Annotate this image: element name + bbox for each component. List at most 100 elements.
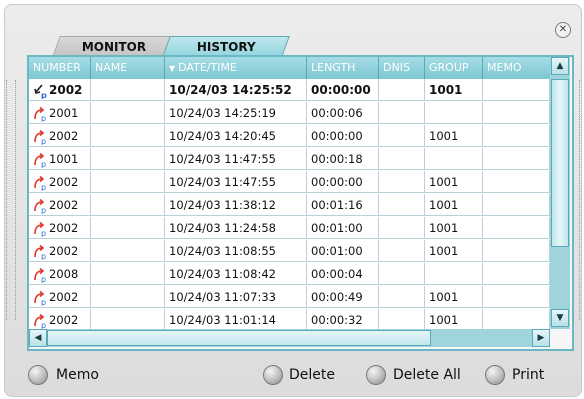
scroll-down-arrow-icon[interactable]: ▼ [551,309,569,327]
cell-datetime: 10/24/03 11:38:12 [165,194,307,216]
table-row[interactable]: p 2002 10/24/03 11:38:12 00:01:16 1001 [29,194,550,216]
delete-all-label[interactable]: Delete All [393,364,461,386]
vertical-scroll-thumb[interactable] [551,79,569,247]
cell-group: 1001 [425,217,483,239]
outgoing-call-icon: p [33,267,47,284]
cell-dnis [379,171,425,193]
cell-dnis [379,263,425,285]
svg-text:p: p [41,183,46,191]
cell-number: p 2002 [29,171,91,193]
cell-memo [483,102,550,124]
cell-name [91,148,165,170]
col-length[interactable]: LENGTH [307,57,379,79]
delete-label[interactable]: Delete [289,364,335,386]
cell-datetime: 10/24/03 11:08:42 [165,263,307,285]
outgoing-call-icon: p [33,175,47,192]
cell-dnis [379,102,425,124]
svg-text:p: p [41,114,46,122]
svg-text:p: p [41,229,46,237]
table-row[interactable]: p 2002 10/24/03 11:08:55 00:01:00 1001 [29,240,550,262]
cell-group: 1001 [425,286,483,308]
cell-group: 1001 [425,194,483,216]
svg-text:p: p [41,321,46,329]
cell-name [91,79,165,101]
cell-group: 1001 [425,79,483,101]
cell-datetime: 10/24/03 11:01:14 [165,309,307,329]
cell-memo [483,148,550,170]
outgoing-call-icon: p [33,152,47,169]
scroll-right-arrow-icon[interactable]: ▶ [532,329,550,347]
cell-datetime: 10/24/03 11:07:33 [165,286,307,308]
cell-memo [483,240,550,262]
cell-name [91,217,165,239]
cell-name [91,125,165,147]
table-row[interactable]: p 2001 10/24/03 14:25:19 00:00:06 [29,102,550,124]
cell-memo [483,194,550,216]
history-grid: NUMBER NAME ▼ DATE/TIME LENGTH DNIS GROUP… [29,57,550,329]
cell-number: p 2002 [29,240,91,262]
col-name[interactable]: NAME [91,57,165,79]
outgoing-call-icon: p [33,198,47,215]
cell-name [91,240,165,262]
cell-datetime: 10/24/03 11:47:55 [165,171,307,193]
col-number[interactable]: NUMBER [29,57,91,79]
tab-history[interactable]: HISTORY [162,36,290,57]
table-row[interactable]: p 2008 10/24/03 11:08:42 00:00:04 [29,263,550,285]
table-row[interactable]: p 2002 10/24/03 11:07:33 00:00:49 1001 [29,286,550,308]
scroll-left-arrow-icon[interactable]: ◀ [29,329,47,347]
outgoing-call-icon: p [33,290,47,307]
col-dnis[interactable]: DNIS [379,57,425,79]
print-label[interactable]: Print [512,364,544,386]
sort-desc-icon: ▼ [169,64,176,73]
col-group[interactable]: GROUP [425,57,483,79]
svg-text:p: p [41,137,46,145]
cell-number: p 2001 [29,102,91,124]
cell-dnis [379,286,425,308]
outgoing-call-icon: p [33,221,47,238]
cell-dnis [379,309,425,329]
print-button[interactable] [485,365,505,385]
table-row[interactable]: p 2002 10/24/03 14:25:52 00:00:00 1001 [29,79,550,101]
table-row[interactable]: p 2002 10/24/03 11:47:55 00:00:00 1001 [29,171,550,193]
cell-name [91,194,165,216]
cell-memo [483,263,550,285]
cell-name [91,286,165,308]
cell-dnis [379,194,425,216]
cell-datetime: 10/24/03 11:24:58 [165,217,307,239]
history-table: NUMBER NAME ▼ DATE/TIME LENGTH DNIS GROUP… [27,55,574,351]
cell-number: p 2002 [29,125,91,147]
cell-memo [483,125,550,147]
table-header: NUMBER NAME ▼ DATE/TIME LENGTH DNIS GROUP… [29,57,550,79]
cell-datetime: 10/24/03 14:25:52 [165,79,307,101]
table-row[interactable]: p 2002 10/24/03 11:01:14 00:00:32 1001 [29,309,550,329]
cell-name [91,309,165,329]
delete-all-button[interactable] [366,365,386,385]
vertical-scrollbar[interactable]: ▲ ▼ [550,57,570,329]
col-datetime[interactable]: ▼ DATE/TIME [165,57,307,79]
cell-memo [483,309,550,329]
cell-name [91,171,165,193]
horizontal-scrollbar[interactable]: ◀ ▶ [29,329,550,347]
scroll-up-arrow-icon[interactable]: ▲ [551,57,569,75]
svg-text:p: p [41,252,46,260]
cell-datetime: 10/24/03 14:20:45 [165,125,307,147]
cell-length: 00:00:32 [307,309,379,329]
svg-text:p: p [41,275,46,283]
table-row[interactable]: p 2002 10/24/03 14:20:45 00:00:00 1001 [29,125,550,147]
cell-length: 00:00:18 [307,148,379,170]
cell-number: p 2002 [29,217,91,239]
cell-number: p 2008 [29,263,91,285]
close-icon[interactable]: ✕ [555,22,571,38]
cell-dnis [379,217,425,239]
memo-label[interactable]: Memo [56,364,99,386]
col-memo[interactable]: MEMO [483,57,550,79]
cell-group: 1001 [425,240,483,262]
horizontal-scroll-thumb[interactable] [47,330,431,346]
tab-monitor[interactable]: MONITOR [52,36,176,57]
memo-button[interactable] [28,365,48,385]
delete-button[interactable] [263,365,283,385]
cell-number: p 2002 [29,286,91,308]
cell-name [91,102,165,124]
table-row[interactable]: p 2002 10/24/03 11:24:58 00:01:00 1001 [29,217,550,239]
table-row[interactable]: p 1001 10/24/03 11:47:55 00:00:18 [29,148,550,170]
